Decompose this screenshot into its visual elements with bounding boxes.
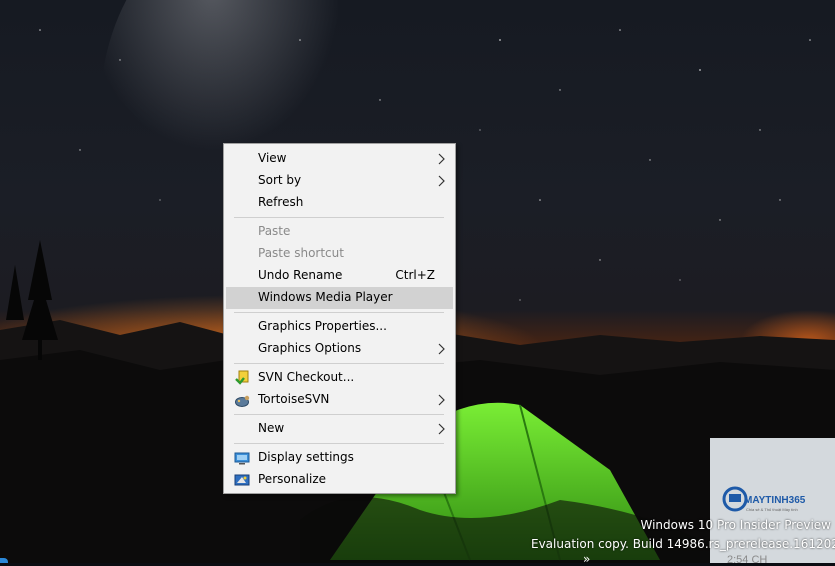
menu-separator [234, 312, 444, 313]
logo-name: MAYTINH365 [744, 495, 806, 506]
personalize-icon [234, 472, 250, 491]
menu-separator [234, 414, 444, 415]
menu-item-display-settings[interactable]: Display settings [226, 447, 453, 469]
taskbar-overflow-chevron[interactable]: » [583, 552, 590, 566]
menu-item-label: SVN Checkout... [258, 370, 355, 384]
menu-item-paste[interactable]: Paste [226, 221, 453, 243]
chevron-right-icon [438, 153, 446, 168]
chevron-right-icon [438, 423, 446, 438]
menu-item-label: Display settings [258, 450, 354, 464]
menu-item-label: New [258, 421, 285, 435]
menu-item-label: Sort by [258, 173, 302, 187]
menu-item-label: Undo Rename [258, 268, 343, 282]
menu-item-sort-by[interactable]: Sort by [226, 170, 453, 192]
menu-item-svn-checkout[interactable]: SVN Checkout... [226, 367, 453, 389]
menu-item-undo-rename[interactable]: Undo Rename Ctrl+Z [226, 265, 453, 287]
menu-separator [234, 363, 444, 364]
logo-tagline: Chia sẻ & Thủ thuật Máy tính [746, 507, 798, 512]
svn-checkout-icon [234, 370, 250, 389]
menu-item-label: TortoiseSVN [258, 392, 330, 406]
menu-item-windows-media-player[interactable]: Windows Media Player [226, 287, 453, 309]
menu-item-label: Windows Media Player [258, 290, 393, 304]
display-icon [234, 450, 250, 469]
chevron-right-icon [438, 394, 446, 409]
menu-item-label: View [258, 151, 287, 165]
chevron-right-icon [438, 343, 446, 358]
start-button-edge[interactable] [0, 558, 8, 563]
menu-item-paste-shortcut[interactable]: Paste shortcut [226, 243, 453, 265]
menu-item-refresh[interactable]: Refresh [226, 192, 453, 214]
build-watermark-line-2: Evaluation copy. Build 14986.rs_prerelea… [531, 537, 835, 551]
menu-item-label: Paste [258, 224, 291, 238]
menu-item-view[interactable]: View [226, 148, 453, 170]
menu-item-label: Graphics Options [258, 341, 362, 355]
menu-item-label: Paste shortcut [258, 246, 344, 260]
build-watermark-line-1: Windows 10 Pro Insider Preview [640, 518, 831, 532]
chevron-right-icon [438, 175, 446, 190]
menu-item-graphics-properties[interactable]: Graphics Properties... [226, 316, 453, 338]
menu-item-tortoisesvn[interactable]: TortoiseSVN [226, 389, 453, 411]
menu-item-label: Graphics Properties... [258, 319, 387, 333]
menu-item-label: Refresh [258, 195, 304, 209]
menu-item-new[interactable]: New [226, 418, 453, 440]
menu-separator [234, 217, 444, 218]
menu-item-shortcut: Ctrl+Z [395, 268, 435, 282]
desktop-context-menu: View Sort by Refresh Paste Paste shortcu… [223, 143, 456, 494]
menu-separator [234, 443, 444, 444]
tortoise-icon [234, 392, 250, 411]
menu-item-label: Personalize [258, 472, 327, 486]
taskbar-clock[interactable]: 2:54 CH [727, 554, 767, 566]
menu-item-personalize[interactable]: Personalize [226, 469, 453, 491]
menu-item-graphics-options[interactable]: Graphics Options [226, 338, 453, 360]
